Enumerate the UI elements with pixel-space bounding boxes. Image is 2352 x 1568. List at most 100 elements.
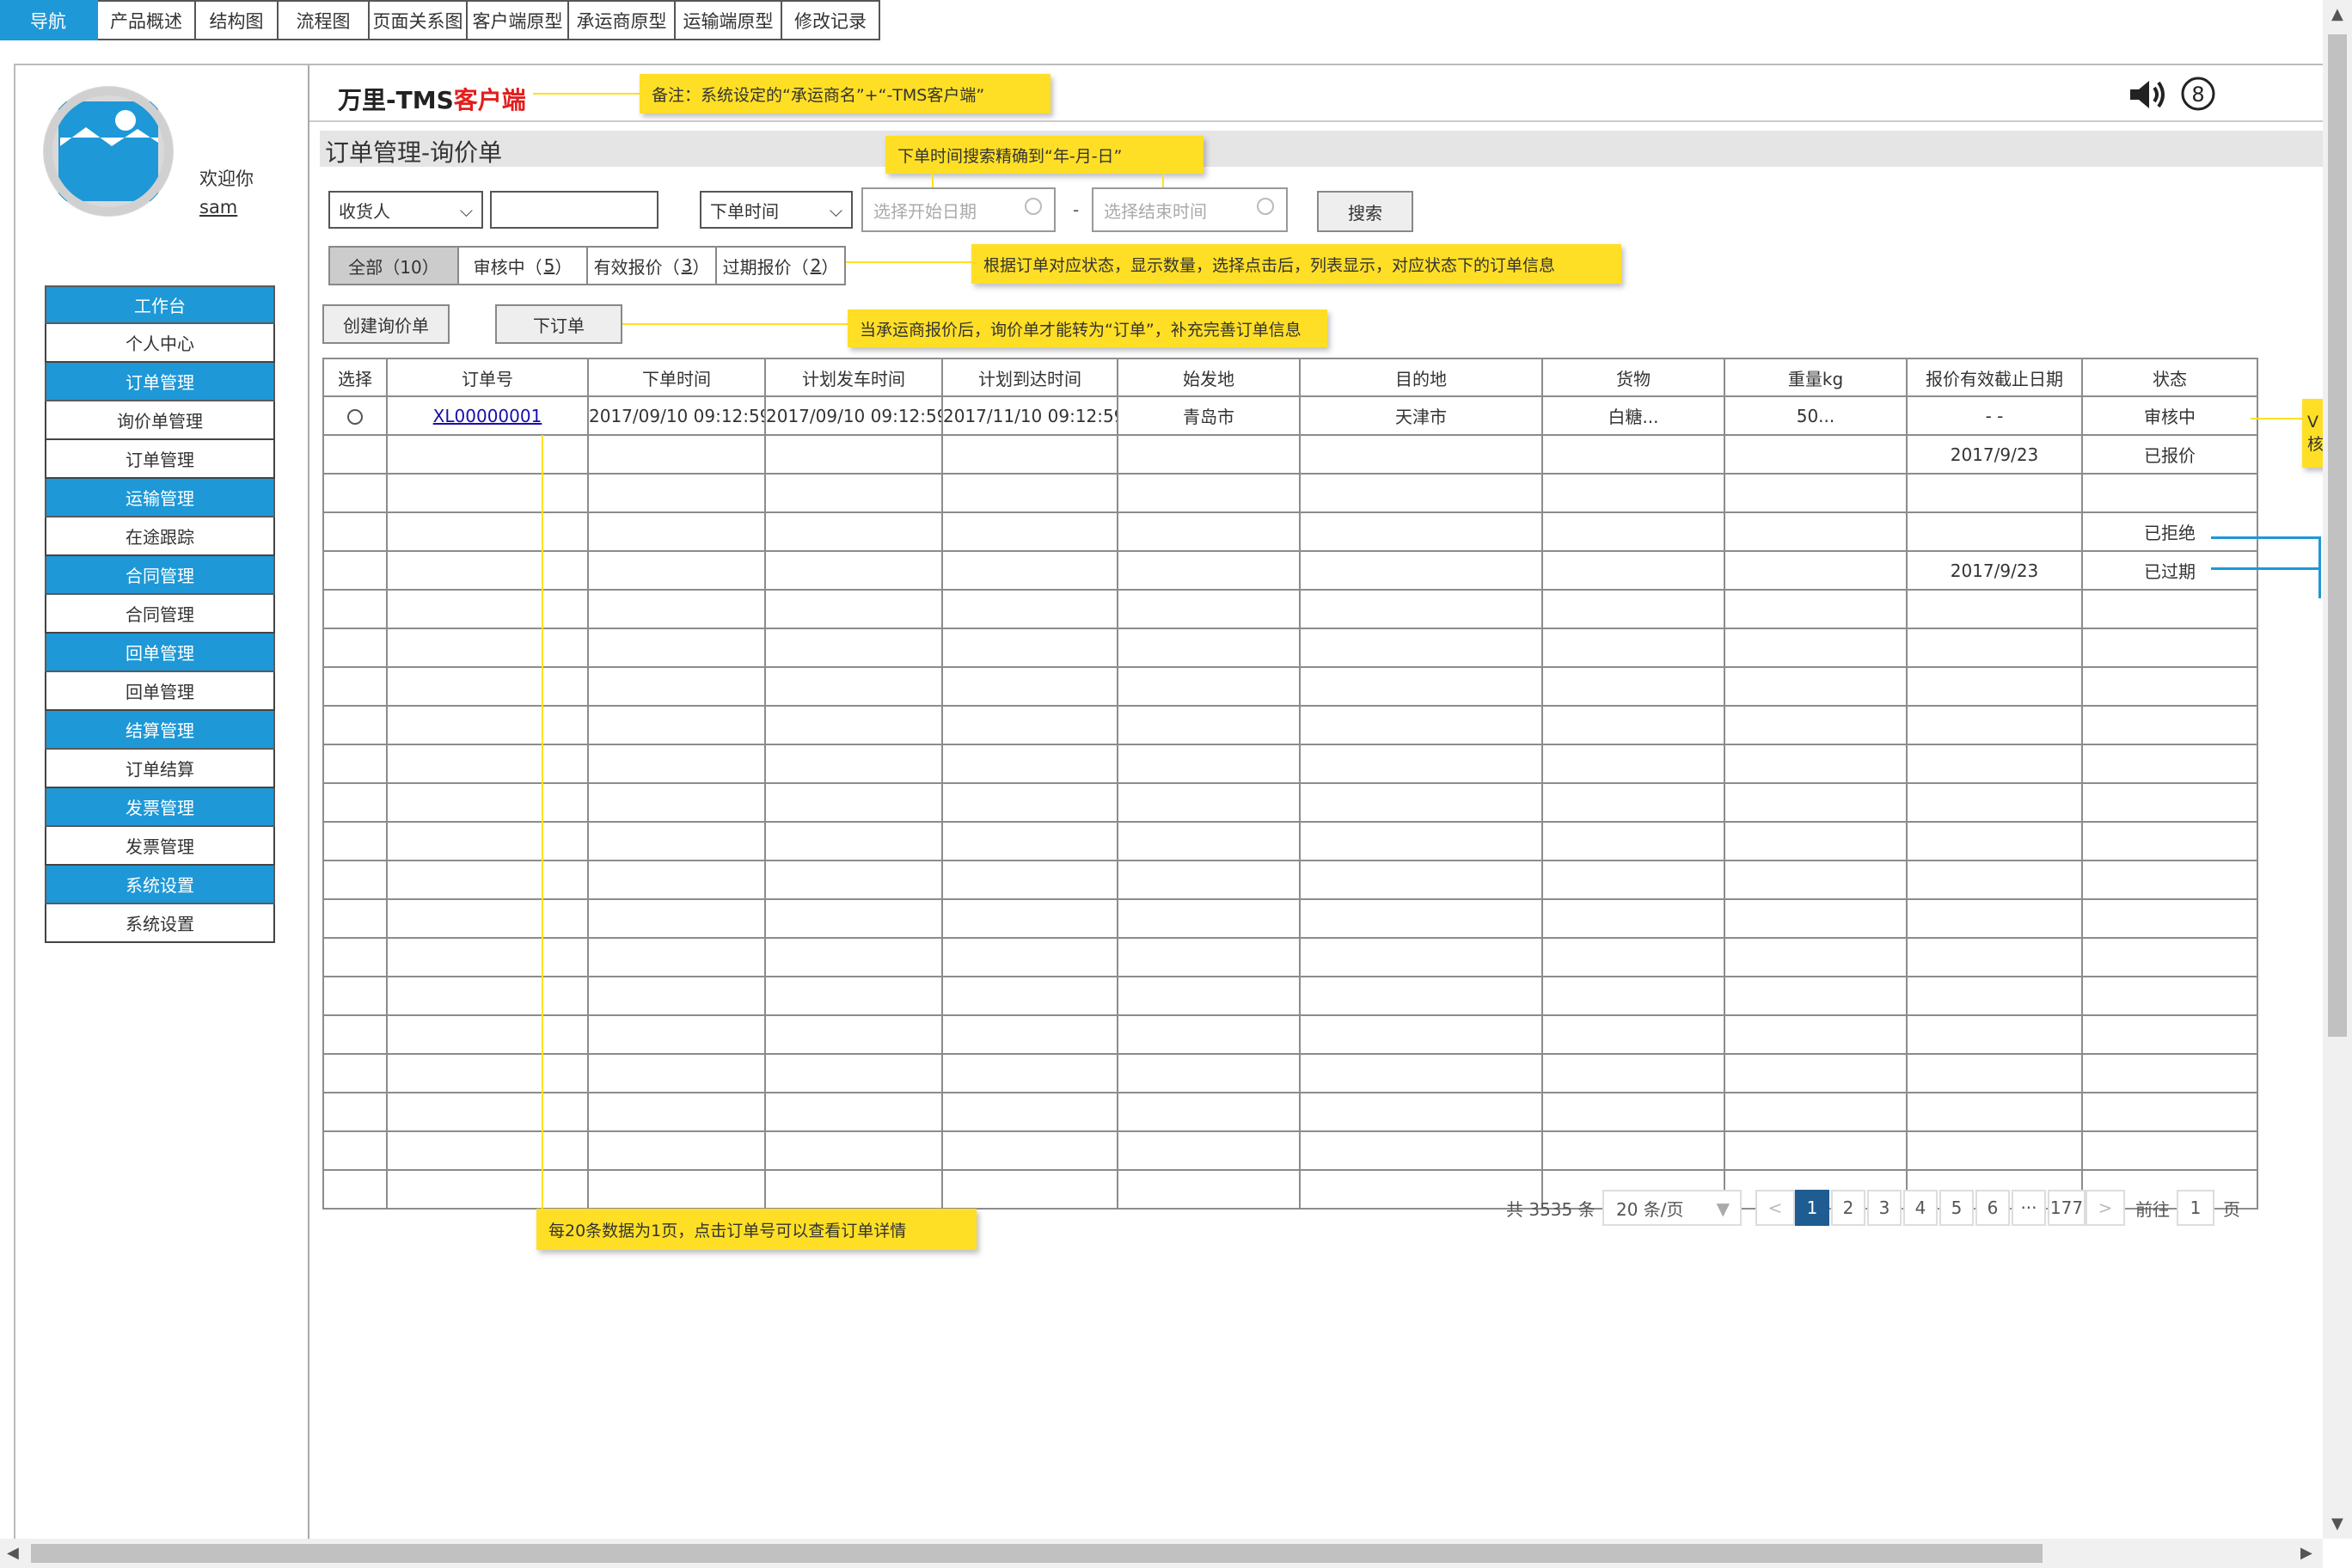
table-row — [322, 589, 2258, 629]
table-cell — [322, 589, 388, 629]
table-cell — [587, 1053, 766, 1093]
page-button-7[interactable]: 177 — [2048, 1190, 2086, 1226]
sidebar-item-3[interactable]: 询价单管理 — [45, 401, 275, 440]
table-row: 2017/9/23 已报价 — [322, 434, 2258, 475]
tab-carrier-prototype[interactable]: 承运商原型 — [569, 0, 676, 40]
tab-nav[interactable]: 导航 — [0, 0, 98, 40]
page-button-3[interactable]: 4 — [1903, 1190, 1938, 1226]
horizontal-scroll-thumb[interactable] — [31, 1544, 2043, 1563]
receiver-select[interactable]: 收货人 ⌵ — [328, 191, 483, 229]
table-row — [322, 821, 2258, 861]
table-cell — [1724, 821, 1908, 861]
table-cell — [386, 782, 589, 823]
row-select-radio[interactable] — [347, 409, 363, 425]
sidebar-item-6[interactable]: 在途跟踪 — [45, 518, 275, 556]
table-cell — [587, 434, 766, 475]
order-number-link[interactable]: XL00000001 — [433, 406, 542, 426]
horizontal-scrollbar[interactable]: ◀ ▶ — [0, 1539, 2323, 1568]
table-cell — [764, 628, 943, 668]
tab-change-log[interactable]: 修改记录 — [782, 0, 880, 40]
user-link[interactable]: sam — [199, 197, 237, 217]
table-cell — [1906, 1092, 2083, 1132]
table-cell — [386, 434, 589, 475]
place-order-button[interactable]: 下订单 — [495, 304, 622, 344]
page-button-2[interactable]: 3 — [1867, 1190, 1902, 1226]
table-cell — [1117, 1014, 1301, 1055]
start-date-input[interactable]: 选择开始日期 — [861, 187, 1056, 232]
table-cell — [1541, 628, 1725, 668]
sidebar-item-4[interactable]: 订单管理 — [45, 440, 275, 479]
receiver-input[interactable] — [490, 191, 658, 229]
tab-transport-prototype[interactable]: 运输端原型 — [676, 0, 782, 40]
scroll-down-icon[interactable]: ▼ — [2331, 1515, 2343, 1533]
scroll-right-icon[interactable]: ▶ — [2300, 1544, 2312, 1562]
header-icons[interactable]: 8 — [2128, 76, 2216, 119]
table-cell — [941, 473, 1118, 513]
scroll-up-icon[interactable]: ▲ — [2331, 5, 2343, 23]
goto-page-input[interactable]: 1 — [2177, 1190, 2214, 1226]
sidebar-item-15[interactable]: 系统设置 — [45, 866, 275, 904]
sidebar-item-12[interactable]: 订单结算 — [45, 750, 275, 788]
table-cell — [386, 937, 589, 977]
note-place-order: 当承运商报价后，询价单才能转为“订单”，补充完善订单信息 — [848, 309, 1327, 347]
table-row — [322, 976, 2258, 1016]
table-cell — [941, 1169, 1118, 1210]
tab-structure[interactable]: 结构图 — [196, 0, 279, 40]
table-cell — [386, 976, 589, 1016]
end-date-input[interactable]: 选择结束时间 — [1092, 187, 1288, 232]
page-button-5[interactable]: 6 — [1975, 1190, 2010, 1226]
sidebar-item-0[interactable]: 工作台 — [45, 285, 275, 324]
sidebar-item-1[interactable]: 个人中心 — [45, 324, 275, 363]
create-inquiry-button[interactable]: 创建询价单 — [322, 304, 450, 344]
search-button[interactable]: 搜索 — [1317, 191, 1413, 232]
table-cell — [587, 976, 766, 1016]
table-cell — [764, 898, 943, 939]
sidebar-item-9[interactable]: 回单管理 — [45, 634, 275, 672]
table-cell — [2081, 860, 2258, 900]
sidebar-item-11[interactable]: 结算管理 — [45, 711, 275, 750]
table-cell — [1724, 782, 1908, 823]
speaker-icon[interactable] — [2128, 77, 2170, 112]
tab-client-prototype[interactable]: 客户端原型 — [468, 0, 569, 40]
table-cell — [941, 1053, 1118, 1093]
next-page-button[interactable]: > — [2086, 1190, 2125, 1226]
table-cell — [1906, 1053, 2083, 1093]
page-button-4[interactable]: 5 — [1939, 1190, 1974, 1226]
sidebar-item-7[interactable]: 合同管理 — [45, 556, 275, 595]
table-cell — [1906, 589, 2083, 629]
tab-status-all[interactable]: 全部（10） — [328, 246, 459, 285]
sidebar-item-13[interactable]: 发票管理 — [45, 788, 275, 827]
sidebar-item-8[interactable]: 合同管理 — [45, 595, 275, 634]
page-button-6[interactable]: ··· — [2012, 1190, 2046, 1226]
vertical-scroll-thumb[interactable] — [2328, 34, 2347, 1037]
notification-count-icon[interactable]: 8 — [2180, 76, 2216, 112]
table-row — [322, 628, 2258, 668]
sidebar-item-10[interactable]: 回单管理 — [45, 672, 275, 711]
sidebar-item-5[interactable]: 运输管理 — [45, 479, 275, 518]
tab-product-overview[interactable]: 产品概述 — [98, 0, 196, 40]
page-button-0[interactable]: 1 — [1795, 1190, 1829, 1226]
page-size-select[interactable]: 20 条/页 ▼ — [1602, 1190, 1742, 1226]
table-cell — [386, 666, 589, 707]
time-type-select[interactable]: 下单时间 ⌵ — [700, 191, 853, 229]
table-cell — [1724, 1092, 1908, 1132]
tab-status-valid-quote[interactable]: 有效报价（ 3） — [588, 246, 717, 285]
sidebar-item-16[interactable]: 系统设置 — [45, 904, 275, 943]
sidebar-item-2[interactable]: 订单管理 — [45, 363, 275, 401]
table-row — [322, 898, 2258, 939]
tab-status-reviewing[interactable]: 审核中（ 5） — [459, 246, 588, 285]
vertical-scrollbar[interactable]: ▲ ▼ — [2323, 0, 2352, 1539]
tab-flow[interactable]: 流程图 — [279, 0, 370, 40]
table-cell — [1906, 1014, 2083, 1055]
page-button-1[interactable]: 2 — [1831, 1190, 1865, 1226]
table-cell — [587, 511, 766, 552]
table-cell — [764, 821, 943, 861]
scroll-left-icon[interactable]: ◀ — [7, 1544, 19, 1562]
tab-status-expired-quote[interactable]: 过期报价（ 2） — [717, 246, 846, 285]
table-cell — [941, 589, 1118, 629]
table-cell — [764, 1053, 943, 1093]
table-cell — [941, 1014, 1118, 1055]
prev-page-button[interactable]: < — [1755, 1190, 1795, 1226]
tab-page-relations[interactable]: 页面关系图 — [370, 0, 468, 40]
sidebar-item-14[interactable]: 发票管理 — [45, 827, 275, 866]
